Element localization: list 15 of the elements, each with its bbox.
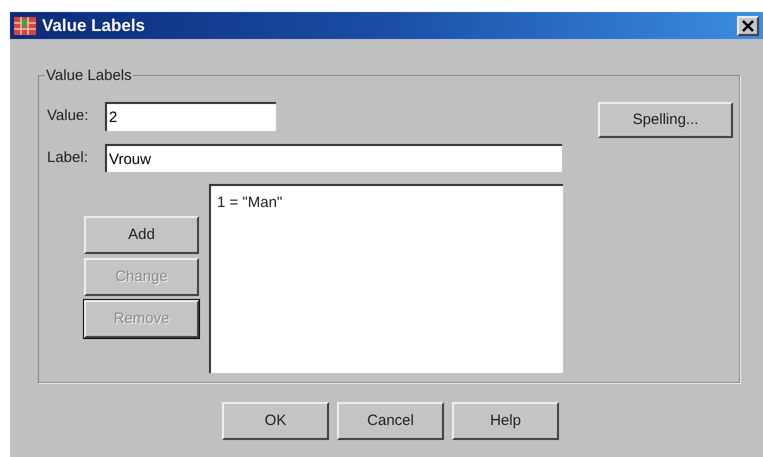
close-icon	[742, 20, 754, 32]
label-label: Label:	[47, 148, 89, 168]
list-item[interactable]: 1 = "Man"	[217, 192, 557, 214]
spelling-button[interactable]: Spelling...	[598, 102, 733, 138]
footer-button[interactable]: Help	[452, 402, 559, 440]
window-title: Value Labels	[42, 14, 145, 37]
footer-button[interactable]: OK	[222, 402, 329, 440]
labels-list[interactable]: 1 = "Man"	[209, 184, 563, 373]
value-label: Value:	[47, 106, 90, 126]
label-input[interactable]: Vrouw	[105, 144, 562, 172]
grid-icon	[14, 16, 36, 34]
footer-button[interactable]: Cancel	[337, 402, 444, 440]
side-button[interactable]: Add	[84, 216, 199, 254]
value-input[interactable]: 2	[105, 102, 276, 131]
close-button[interactable]	[737, 16, 759, 36]
